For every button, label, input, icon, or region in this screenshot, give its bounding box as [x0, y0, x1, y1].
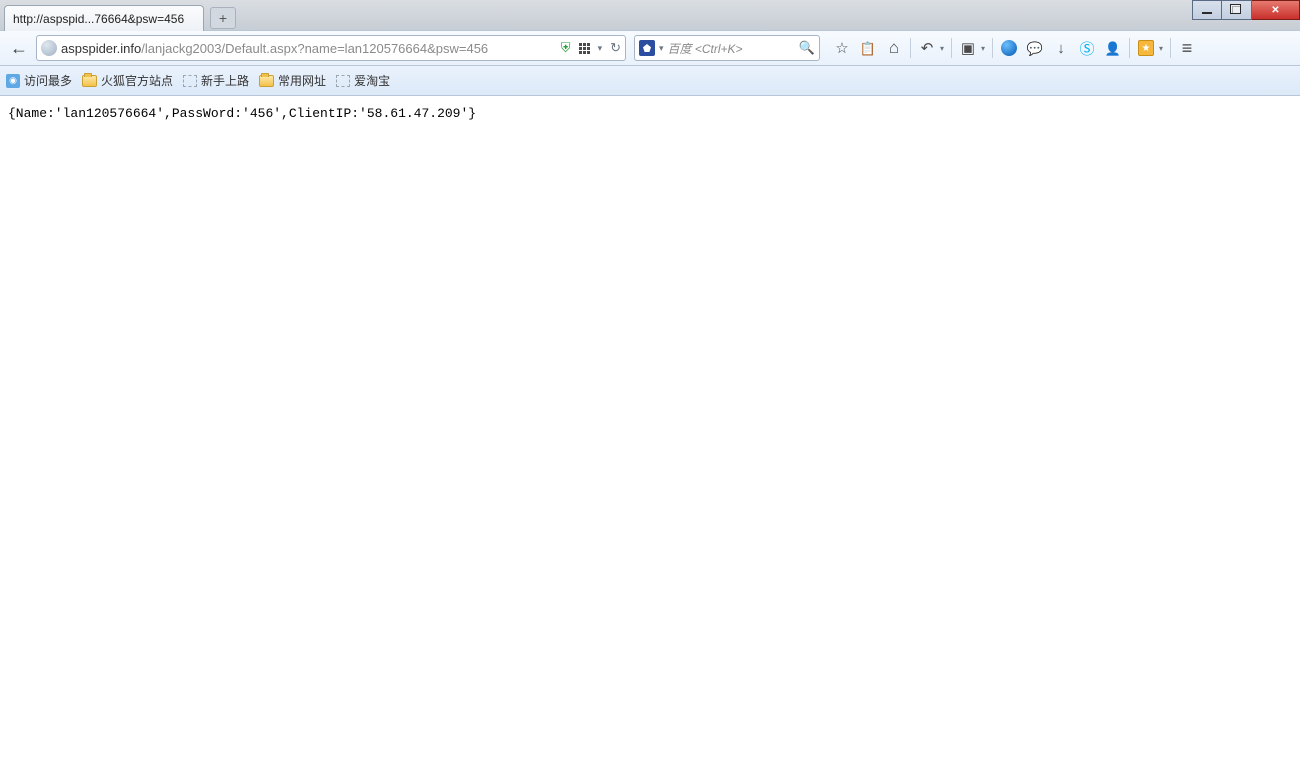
bookmark-label: 火狐官方站点: [101, 72, 173, 89]
toolbar-right: ▾ ▾ Ⓢ ★ ▾: [830, 36, 1199, 60]
bookmarks-bar: ◉ 访问最多 火狐官方站点 新手上路 常用网址 爱淘宝: [0, 66, 1300, 96]
tab-strip: http://aspspid...76664&psw=456 +: [0, 0, 1300, 30]
qr-icon[interactable]: [579, 43, 590, 54]
search-engine-dropdown-icon[interactable]: ▾: [659, 43, 664, 54]
navigation-toolbar: aspspider.info/lanjackg2003/Default.aspx…: [0, 30, 1300, 66]
window-close-button[interactable]: [1252, 0, 1300, 20]
page-icon: [183, 75, 197, 87]
toolbar-separator: [1170, 38, 1171, 58]
menu-button[interactable]: [1175, 36, 1199, 60]
toolbar-separator: [992, 38, 993, 58]
favorites-button[interactable]: ★: [1134, 36, 1158, 60]
toolbar-separator: [1129, 38, 1130, 58]
search-placeholder: 百度 <Ctrl+K>: [668, 40, 795, 57]
close-icon: [1271, 5, 1279, 16]
bookmark-item[interactable]: 新手上路: [183, 72, 249, 89]
arrow-left-icon: [10, 38, 28, 59]
window-controls: [1192, 0, 1300, 20]
chat-button[interactable]: [1023, 36, 1047, 60]
star-icon: [835, 39, 848, 57]
folder-icon: [82, 75, 97, 87]
url-text: aspspider.info/lanjackg2003/Default.aspx…: [61, 41, 557, 56]
favorites-dropdown[interactable]: ▾: [1156, 36, 1166, 60]
folder-icon: [259, 75, 274, 87]
globe-icon: [41, 40, 57, 56]
download-icon: [1057, 40, 1065, 57]
home-icon: [889, 38, 899, 58]
toolbar-separator: [951, 38, 952, 58]
minimize-icon: [1202, 12, 1212, 14]
page-icon: [336, 75, 350, 87]
address-bar[interactable]: aspspider.info/lanjackg2003/Default.aspx…: [36, 35, 626, 61]
undo-dropdown[interactable]: ▾: [937, 36, 947, 60]
url-path: /lanjackg2003/Default.aspx?name=lan12057…: [141, 41, 488, 56]
menu-icon: [1182, 38, 1193, 59]
window-maximize-button[interactable]: [1222, 0, 1252, 20]
url-dropdown-icon[interactable]: ▾: [598, 43, 603, 54]
bookmark-star-button[interactable]: [830, 36, 854, 60]
page-content: {Name:'lan120576664',PassWord:'456',Clie…: [0, 96, 1300, 131]
search-bar[interactable]: ▾ 百度 <Ctrl+K> 🔍: [634, 35, 820, 61]
account-button[interactable]: [1101, 36, 1125, 60]
bookmark-item[interactable]: 火狐官方站点: [82, 72, 173, 89]
bookmark-label: 常用网址: [278, 72, 326, 89]
undo-button[interactable]: [915, 36, 939, 60]
bookmark-label: 爱淘宝: [354, 72, 390, 89]
back-button[interactable]: [6, 35, 32, 61]
chat-icon: [1027, 40, 1043, 57]
search-icon[interactable]: 🔍: [799, 40, 815, 56]
tab-title: http://aspspid...76664&psw=456: [13, 12, 195, 26]
address-bar-icons: ⛨ ▾: [561, 40, 621, 56]
ie-button[interactable]: [997, 36, 1021, 60]
search-engine-icon[interactable]: [639, 40, 655, 56]
ie-icon: [1001, 40, 1017, 56]
skype-button[interactable]: Ⓢ: [1075, 36, 1099, 60]
clipboard-icon: [860, 40, 876, 57]
browser-tab-active[interactable]: http://aspspid...76664&psw=456: [4, 5, 204, 31]
url-host: aspspider.info: [61, 41, 141, 56]
screenshot-dropdown[interactable]: ▾: [978, 36, 988, 60]
downloads-button[interactable]: [1049, 36, 1073, 60]
bookmark-item[interactable]: 爱淘宝: [336, 72, 390, 89]
bookmark-label: 访问最多: [24, 72, 72, 89]
undo-icon: [921, 39, 934, 57]
reload-icon[interactable]: [610, 40, 621, 56]
screenshot-button[interactable]: [956, 36, 980, 60]
library-button[interactable]: [856, 36, 880, 60]
person-icon: [1105, 40, 1121, 57]
shield-icon[interactable]: ⛨: [561, 40, 571, 56]
maximize-icon: [1232, 6, 1241, 14]
toolbar-separator: [910, 38, 911, 58]
crop-icon: [961, 39, 975, 57]
window-minimize-button[interactable]: [1192, 0, 1222, 20]
new-tab-button[interactable]: +: [210, 7, 236, 29]
bookmark-item[interactable]: 常用网址: [259, 72, 326, 89]
feed-icon: ◉: [6, 74, 20, 88]
bookmark-item[interactable]: ◉ 访问最多: [6, 72, 72, 89]
bookmark-label: 新手上路: [201, 72, 249, 89]
home-button[interactable]: [882, 36, 906, 60]
star-box-icon: ★: [1138, 40, 1154, 56]
